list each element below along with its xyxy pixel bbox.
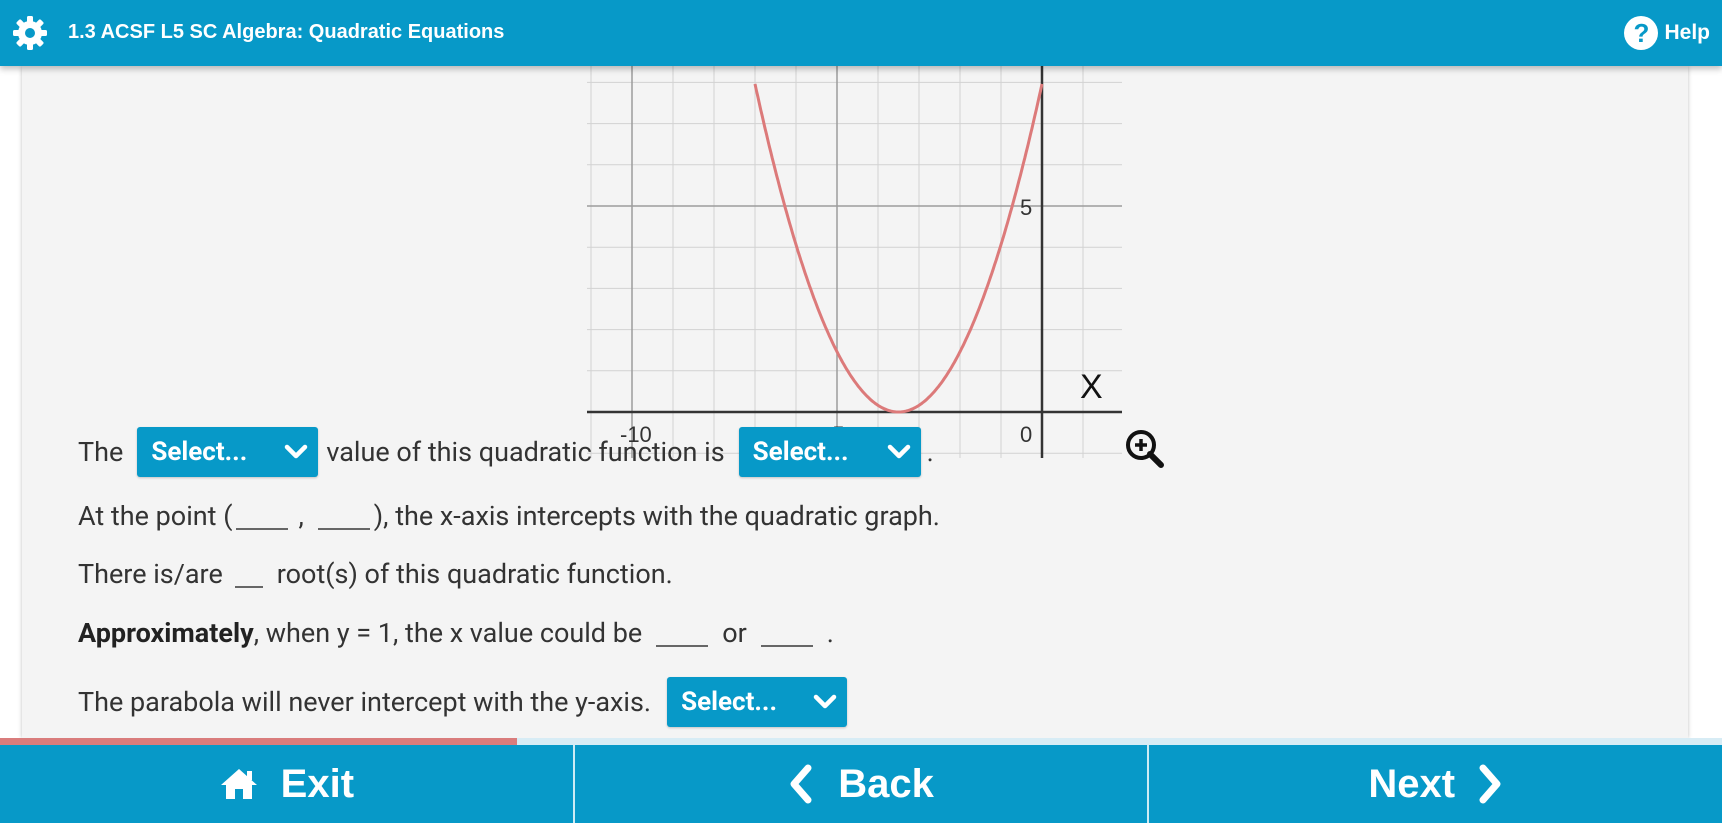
question-line-5: The parabola will never intercept with t… bbox=[78, 675, 848, 729]
footer-divider bbox=[572, 745, 575, 823]
gear-icon bbox=[13, 16, 47, 50]
app-header: 1.3 ACSF L5 SC Algebra: Quadratic Equati… bbox=[0, 0, 1722, 66]
help-button[interactable]: ? Help bbox=[1624, 15, 1710, 51]
roots-count-input[interactable] bbox=[234, 560, 263, 588]
q2-prefix: At the point ( bbox=[78, 500, 233, 532]
q4-bold: Approximately bbox=[78, 617, 254, 649]
select-label: Select... bbox=[681, 687, 778, 717]
q2-comma: , bbox=[298, 500, 304, 532]
select-label: Select... bbox=[151, 437, 248, 467]
select-value-type-dropdown[interactable]: Select... bbox=[137, 427, 319, 477]
x-axis-label: X bbox=[1080, 368, 1103, 406]
q2-suffix: ), the x-axis intercepts with the quadra… bbox=[373, 500, 940, 532]
back-button[interactable]: Back bbox=[575, 745, 1148, 823]
chevron-down-icon bbox=[285, 444, 308, 459]
chevron-left-icon bbox=[790, 764, 812, 804]
x-tick-label: 0 bbox=[1020, 422, 1032, 447]
q4-text: , when y = 1, the x value could be bbox=[253, 617, 643, 649]
right-margin bbox=[1688, 66, 1722, 738]
x-value-2-input[interactable] bbox=[760, 619, 813, 647]
q4-suffix: . bbox=[826, 617, 834, 649]
select-label: Select... bbox=[752, 437, 849, 467]
y-tick-label: 5 bbox=[1020, 195, 1032, 220]
q4-or: or bbox=[722, 617, 747, 649]
home-icon bbox=[220, 769, 257, 799]
exit-label: Exit bbox=[280, 761, 355, 806]
progress-fill bbox=[0, 738, 517, 745]
footer-nav: Exit Back Next bbox=[0, 745, 1722, 823]
next-button[interactable]: Next bbox=[1149, 745, 1722, 823]
lesson-title: 1.3 ACSF L5 SC Algebra: Quadratic Equati… bbox=[68, 21, 505, 43]
question-line-3: There is/are root(s) of this quadratic f… bbox=[78, 554, 673, 594]
q5-text: The parabola will never intercept with t… bbox=[78, 686, 652, 718]
zoom-in-icon bbox=[1126, 430, 1164, 468]
question-circle-icon: ? bbox=[1624, 16, 1659, 50]
select-true-false-dropdown[interactable]: Select... bbox=[667, 677, 848, 727]
q3-prefix: There is/are bbox=[78, 558, 223, 590]
zoom-in-button[interactable] bbox=[1124, 428, 1164, 468]
chevron-down-icon bbox=[887, 444, 910, 459]
select-value-dropdown[interactable]: Select... bbox=[738, 427, 921, 477]
graph-tick-labels: -10-505 bbox=[620, 195, 1032, 447]
parabola-graph: -10-505 X bbox=[587, 58, 1122, 458]
x-value-1-input[interactable] bbox=[656, 619, 709, 647]
question-line-1: The Select... value of this quadratic fu… bbox=[78, 425, 934, 479]
chevron-right-icon bbox=[1479, 764, 1501, 804]
intercept-y-input[interactable] bbox=[317, 502, 370, 530]
footer-divider bbox=[1147, 745, 1150, 823]
left-margin bbox=[0, 66, 22, 738]
q1-prefix: The bbox=[78, 436, 124, 468]
q1-middle: value of this quadratic function is bbox=[326, 436, 725, 468]
question-line-4: Approximately , when y = 1, the x value … bbox=[78, 613, 834, 653]
help-label: Help bbox=[1664, 21, 1710, 44]
back-label: Back bbox=[838, 761, 934, 806]
q3-suffix: root(s) of this quadratic function. bbox=[276, 558, 673, 590]
chevron-down-icon bbox=[813, 694, 837, 709]
parabola-curve bbox=[753, 83, 1044, 414]
graph-axes bbox=[587, 58, 1122, 458]
question-line-2: At the point ( , ), the x-axis intercept… bbox=[78, 496, 940, 536]
settings-button[interactable] bbox=[12, 15, 48, 51]
q1-suffix: . bbox=[926, 436, 934, 468]
exit-button[interactable]: Exit bbox=[0, 745, 573, 823]
intercept-x-input[interactable] bbox=[236, 502, 289, 530]
next-label: Next bbox=[1368, 761, 1456, 806]
progress-bar bbox=[0, 738, 1722, 745]
question-card: -10-505 X The Select... value of this qu… bbox=[22, 58, 1688, 738]
